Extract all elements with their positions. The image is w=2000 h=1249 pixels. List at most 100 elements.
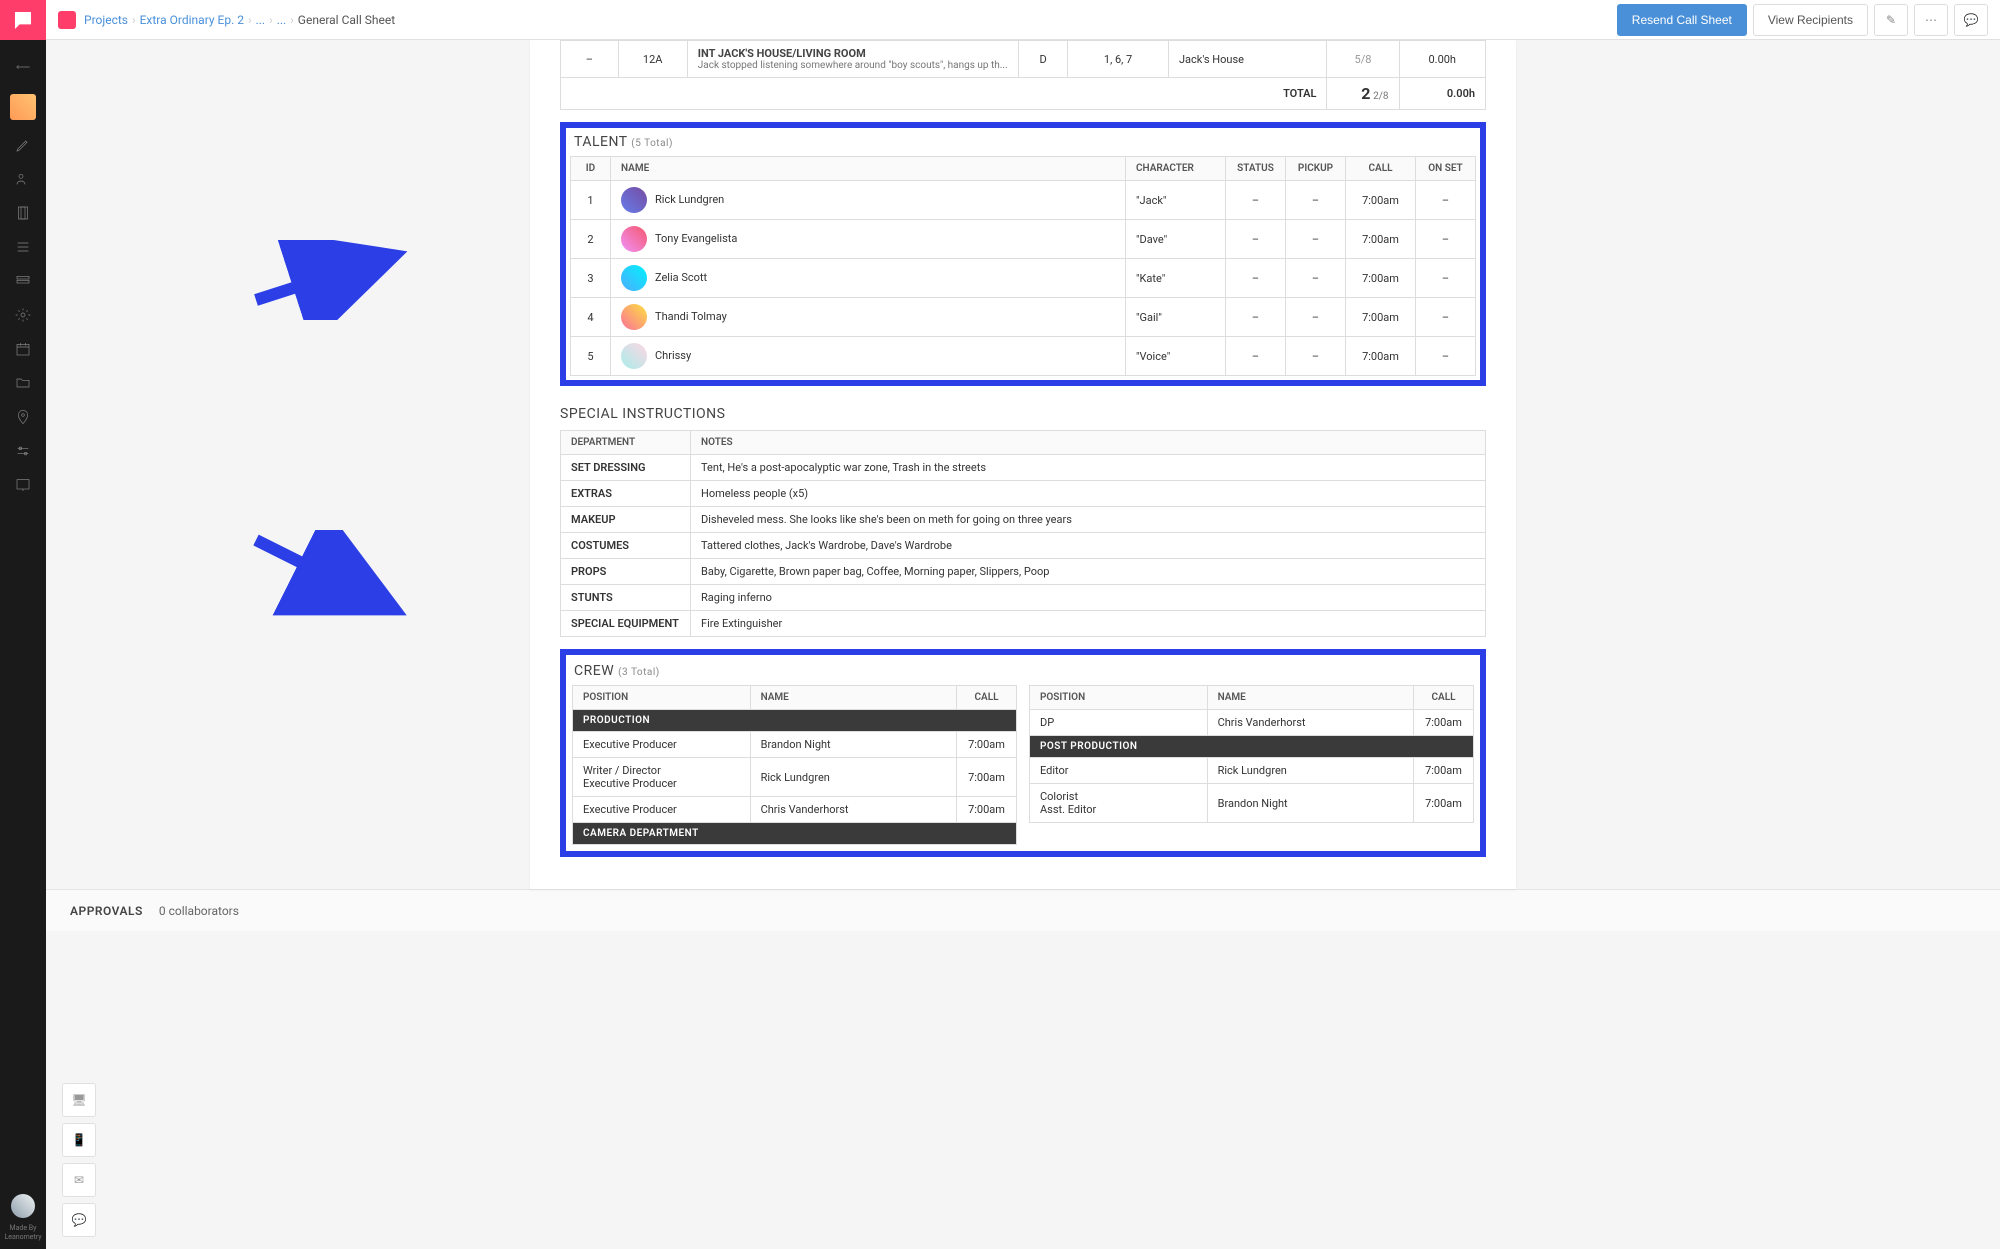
special-row: SPECIAL EQUIPMENTFire Extinguisher (561, 611, 1486, 637)
special-row: COSTUMESTattered clothes, Jack's Wardrob… (561, 533, 1486, 559)
comments-button[interactable]: 💬 (1954, 4, 1988, 36)
sidebar-calendar[interactable] (0, 332, 46, 366)
sliders-icon (15, 443, 31, 459)
chevron-right-icon: › (269, 13, 273, 27)
crew-row: Executive ProducerBrandon Night7:00am (573, 732, 1017, 758)
scene-desc: Jack stopped listening somewhere around … (698, 60, 1008, 71)
avatar (621, 226, 647, 252)
more-button[interactable]: ⋯ (1914, 4, 1948, 36)
call-sheet-document: – 12A INT JACK'S HOUSE/LIVING ROOM Jack … (530, 40, 1516, 889)
gear-icon (15, 307, 31, 323)
sms-icon: 💬 (72, 1213, 87, 1227)
desktop-view-button[interactable]: 🖥 (62, 1083, 96, 1117)
edit-button[interactable]: ✎ (1874, 4, 1908, 36)
avatar (621, 343, 647, 369)
crew-dept-row: POST PRODUCTION (1030, 736, 1474, 758)
sidebar-settings[interactable] (0, 298, 46, 332)
crew-row: Colorist Asst. EditorBrandon Night7:00am (1030, 784, 1474, 823)
breadcrumb: Projects › Extra Ordinary Ep. 2 › ... › … (84, 13, 395, 27)
board-icon (15, 477, 31, 493)
crew-row: DPChris Vanderhorst7:00am (1030, 710, 1474, 736)
talent-row: 1Rick Lundgren"Jack"––7:00am– (571, 181, 1476, 220)
crew-table-right: POSITIONNAMECALL DPChris Vanderhorst7:00… (1029, 685, 1474, 823)
sidebar-back[interactable]: ⟵ (0, 50, 46, 84)
people-icon (15, 171, 31, 187)
made-by-label: Made ByLeanometry (4, 1224, 41, 1241)
rows-icon (15, 273, 31, 289)
document-icon (15, 205, 31, 221)
breadcrumb-dots2[interactable]: ... (277, 13, 287, 27)
avatar (621, 187, 647, 213)
chevron-right-icon: › (248, 13, 252, 27)
mobile-view-button[interactable]: 📱 (62, 1123, 96, 1157)
top-actions: Resend Call Sheet View Recipients ✎ ⋯ 💬 (1617, 4, 2000, 36)
mail-icon: ✉ (74, 1173, 84, 1187)
special-title: SPECIAL INSTRUCTIONS (560, 406, 1486, 422)
sidebar-breakdown[interactable] (0, 230, 46, 264)
sidebar-reports[interactable] (0, 468, 46, 502)
crew-title: CREW (3 Total) (574, 663, 1474, 679)
sidebar-files[interactable] (0, 366, 46, 400)
special-row: EXTRASHomeless people (x5) (561, 481, 1486, 507)
crew-row: Writer / Director Executive ProducerRick… (573, 758, 1017, 797)
approvals-bar: APPROVALS 0 collaborators (46, 889, 2000, 931)
scenes-table-tail: – 12A INT JACK'S HOUSE/LIVING ROOM Jack … (560, 40, 1486, 110)
app-logo[interactable] (0, 0, 46, 40)
sidebar-people[interactable] (0, 162, 46, 196)
pencil-icon: ✎ (1886, 13, 1896, 27)
scene-heading: INT JACK'S HOUSE/LIVING ROOM (698, 47, 1008, 60)
talent-row: 2Tony Evangelista"Dave"––7:00am– (571, 220, 1476, 259)
left-sidebar: ⟵ Made ByLeanometry (0, 40, 46, 1249)
main-content: – 12A INT JACK'S HOUSE/LIVING ROOM Jack … (46, 40, 2000, 889)
sms-view-button[interactable]: 💬 (62, 1203, 96, 1237)
ellipsis-icon: ⋯ (1925, 13, 1937, 27)
talent-title: TALENT (5 Total) (574, 134, 1476, 150)
special-row: PROPSBaby, Cigarette, Brown paper bag, C… (561, 559, 1486, 585)
user-avatar[interactable] (11, 1194, 35, 1218)
pencil-icon (15, 137, 31, 153)
scene-total-row: TOTAL 2 2/8 0.00h (561, 78, 1486, 110)
top-header: Projects › Extra Ordinary Ep. 2 › ... › … (0, 0, 2000, 40)
list-icon (15, 239, 31, 255)
pin-icon (15, 409, 31, 425)
talent-row: 4Thandi Tolmay"Gail"––7:00am– (571, 298, 1476, 337)
avatar (621, 265, 647, 291)
sidebar-location[interactable] (0, 400, 46, 434)
crew-row: EditorRick Lundgren7:00am (1030, 758, 1474, 784)
sidebar-schedule[interactable] (0, 264, 46, 298)
talent-header-row: ID NAME CHARACTER STATUS PICKUP CALL ON … (571, 157, 1476, 181)
email-view-button[interactable]: ✉ (62, 1163, 96, 1197)
sidebar-sliders[interactable] (0, 434, 46, 468)
arrow-annotation-icon (246, 530, 426, 630)
sidebar-edit[interactable] (0, 128, 46, 162)
crew-section-highlight: CREW (3 Total) POSITIONNAMECALL PRODUCTI… (560, 649, 1486, 857)
talent-row: 5Chrissy"Voice"––7:00am– (571, 337, 1476, 376)
approvals-label: APPROVALS (70, 904, 143, 918)
speech-icon: 💬 (1964, 13, 1979, 27)
crew-table-left: POSITIONNAMECALL PRODUCTION Executive Pr… (572, 685, 1017, 845)
chat-icon (12, 9, 34, 31)
talent-row: 3Zelia Scott"Kate"––7:00am– (571, 259, 1476, 298)
mobile-icon: 📱 (72, 1133, 87, 1147)
breadcrumb-dots[interactable]: ... (256, 13, 266, 27)
chevron-right-icon: › (290, 13, 294, 27)
sidebar-project-thumb[interactable] (10, 94, 36, 120)
calendar-icon (15, 341, 31, 357)
talent-section-highlight: TALENT (5 Total) ID NAME CHARACTER STATU… (560, 122, 1486, 386)
sidebar-script[interactable] (0, 196, 46, 230)
avatar (621, 304, 647, 330)
special-row: MAKEUPDisheveled mess. She looks like sh… (561, 507, 1486, 533)
approvals-collab: 0 collaborators (159, 904, 239, 918)
crew-row: Executive ProducerChris Vanderhorst7:00a… (573, 797, 1017, 823)
arrow-annotation-icon (246, 240, 426, 320)
special-row: STUNTSRaging inferno (561, 585, 1486, 611)
monitor-icon: 🖥 (71, 1093, 86, 1107)
view-recipients-button[interactable]: View Recipients (1753, 4, 1868, 36)
special-instructions-table: DEPARTMENTNOTES SET DRESSINGTent, He's a… (560, 430, 1486, 637)
crew-dept-row: PRODUCTION (573, 710, 1017, 732)
device-buttons: 🖥 📱 ✉ 💬 (62, 1083, 96, 1237)
breadcrumb-projects[interactable]: Projects (84, 13, 128, 27)
breadcrumb-project[interactable]: Extra Ordinary Ep. 2 (140, 13, 244, 27)
project-badge[interactable] (58, 11, 76, 29)
resend-button[interactable]: Resend Call Sheet (1617, 4, 1747, 36)
